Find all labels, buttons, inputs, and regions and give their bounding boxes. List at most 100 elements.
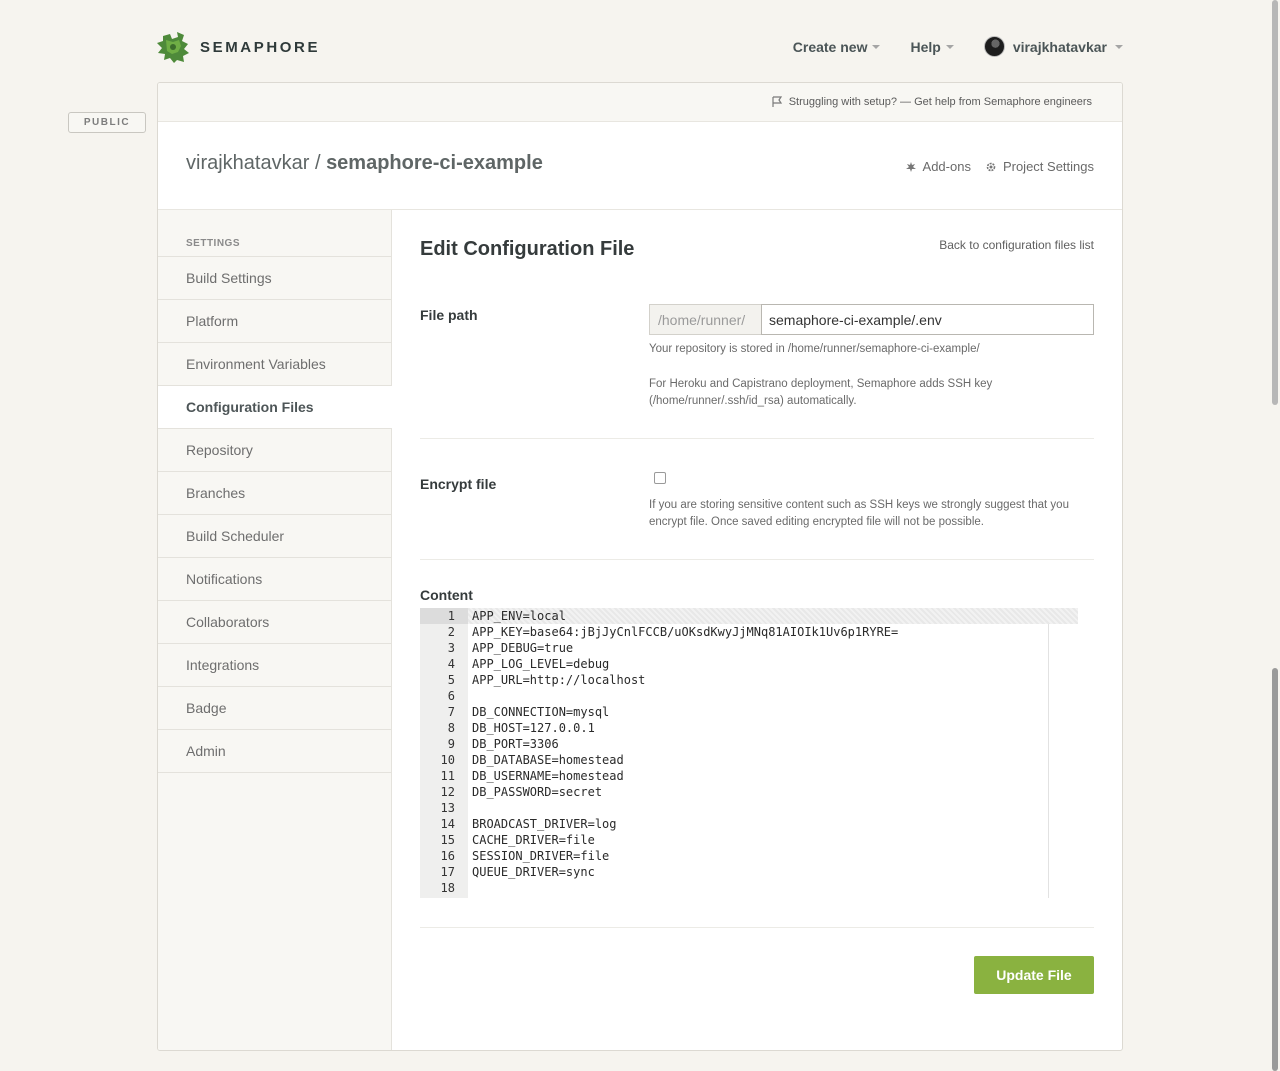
sidebar-item-branches[interactable]: Branches	[158, 472, 391, 515]
code-line[interactable]: 18	[420, 880, 1078, 896]
code-line[interactable]: 9 DB_PORT=3306	[420, 736, 1078, 752]
file-path-input[interactable]	[761, 304, 1094, 335]
line-number: 1	[420, 608, 468, 624]
line-number: 13	[440, 801, 455, 815]
sidebar-item-badge[interactable]: Badge	[158, 687, 391, 730]
code-line[interactable]: 14 BROADCAST_DRIVER=log	[420, 816, 1078, 832]
code-line[interactable]: 10 DB_DATABASE=homestead	[420, 752, 1078, 768]
username-label: virajkhatavkar	[1012, 38, 1107, 55]
scrollbar-thumb[interactable]	[1272, 0, 1278, 405]
encrypt-file-label: Encrypt file	[420, 476, 497, 492]
settings-card: Struggling with setup? — Get help from S…	[157, 82, 1123, 1051]
code-text: QUEUE_DRIVER=sync	[472, 865, 595, 879]
code-line[interactable]: 15 CACHE_DRIVER=file	[420, 832, 1078, 848]
sidebar-item-label: Build Scheduler	[186, 528, 285, 544]
project-owner[interactable]: virajkhatavkar	[186, 152, 309, 174]
create-new-menu[interactable]: Create new	[793, 39, 881, 55]
avatar	[983, 36, 1005, 57]
sidebar-item-label: Platform	[186, 313, 239, 329]
code-line[interactable]: 8 DB_HOST=127.0.0.1	[420, 720, 1078, 736]
sidebar-item-integrations[interactable]: Integrations	[158, 644, 391, 687]
project-settings-link[interactable]: Project Settings	[985, 159, 1094, 174]
code-line[interactable]: 6	[420, 688, 1078, 704]
sidebar-item-build-settings[interactable]: Build Settings	[158, 257, 391, 300]
code-line[interactable]: 3 APP_DEBUG=true	[420, 640, 1078, 656]
semaphore-logo[interactable]: SEMAPHORE	[157, 32, 320, 63]
code-text: CACHE_DRIVER=file	[472, 833, 595, 847]
sidebar-item-notifications[interactable]: Notifications	[158, 558, 391, 601]
sidebar-item-build-scheduler[interactable]: Build Scheduler	[158, 515, 391, 558]
code-text: DB_DATABASE=homestead	[472, 753, 624, 767]
code-line[interactable]: 11 DB_USERNAME=homestead	[420, 768, 1078, 784]
chevron-down-icon	[872, 44, 881, 49]
code-line[interactable]: 13	[420, 800, 1078, 816]
sidebar-item-label: Configuration Files	[186, 399, 314, 415]
code-line[interactable]: 5 APP_URL=http://localhost	[420, 672, 1078, 688]
project-header: virajkhatavkar / semaphore-ci-example Ad…	[158, 122, 1122, 210]
addons-label: Add-ons	[922, 159, 971, 174]
addons-link[interactable]: Add-ons	[905, 159, 971, 174]
sidebar-item-admin[interactable]: Admin	[158, 730, 391, 773]
line-number: 2	[447, 625, 455, 639]
file-path-input-group: /home/runner/	[649, 304, 1094, 335]
line-number: 8	[447, 721, 455, 735]
sidebar-item-label: Repository	[186, 442, 253, 458]
back-to-list-link[interactable]: Back to configuration files list	[939, 238, 1094, 252]
update-file-button[interactable]: Update File	[974, 956, 1094, 994]
code-text: SESSION_DRIVER=file	[472, 849, 610, 863]
sidebar-item-label: Notifications	[186, 571, 263, 587]
line-number: 9	[447, 737, 455, 751]
line-number: 15	[440, 833, 455, 847]
code-line[interactable]: 16 SESSION_DRIVER=file	[420, 848, 1078, 864]
help-bar[interactable]: Struggling with setup? — Get help from S…	[158, 83, 1122, 122]
divider	[420, 438, 1094, 439]
code-line[interactable]: 1 APP_ENV=local	[420, 608, 1078, 624]
code-text: DB_CONNECTION=mysql	[472, 705, 610, 719]
page-title: Edit Configuration File	[420, 238, 635, 260]
nav-menu: Create new Help virajkhatavkar	[763, 36, 1123, 57]
code-text: DB_PORT=3306	[472, 737, 559, 751]
chevron-down-icon	[1115, 44, 1123, 49]
line-number: 6	[447, 689, 455, 703]
project-repo[interactable]: semaphore-ci-example	[326, 152, 543, 174]
content-editor[interactable]: 1 APP_ENV=local 2 APP_KEY=base64:jBjJyCnlFC…	[420, 608, 1078, 898]
sidebar-item-platform[interactable]: Platform	[158, 300, 391, 343]
sidebar-item-label: Integrations	[186, 657, 260, 673]
sidebar-item-collaborators[interactable]: Collaborators	[158, 601, 391, 644]
brand-name: SEMAPHORE	[200, 39, 321, 56]
code-text: DB_HOST=127.0.0.1	[472, 721, 595, 735]
line-number: 14	[440, 817, 455, 831]
top-navbar: SEMAPHORE Create new Help virajkhatavkar	[157, 30, 1123, 66]
scrollbar-thumb[interactable]	[1272, 668, 1278, 1071]
code-text: DB_PASSWORD=secret	[472, 785, 603, 799]
code-line[interactable]: 7 DB_CONNECTION=mysql	[420, 704, 1078, 720]
divider	[420, 927, 1094, 928]
project-settings-label: Project Settings	[1002, 159, 1094, 174]
content-label: Content	[420, 587, 473, 603]
gear-icon	[985, 161, 997, 173]
code-line[interactable]: 4 APP_LOG_LEVEL=debug	[420, 656, 1078, 672]
page-scrollbar[interactable]	[1270, 0, 1280, 1071]
help-menu[interactable]: Help	[910, 38, 954, 55]
sidebar-item-configuration-files[interactable]: Configuration Files	[158, 386, 392, 429]
sidebar-item-repository[interactable]: Repository	[158, 429, 391, 472]
divider	[420, 559, 1094, 560]
code-line[interactable]: 17 QUEUE_DRIVER=sync	[420, 864, 1078, 880]
line-number: 4	[447, 657, 455, 671]
sidebar-item-environment-variables[interactable]: Environment Variables	[158, 343, 391, 386]
help-label: Help	[910, 38, 941, 55]
code-line[interactable]: 12 DB_PASSWORD=secret	[420, 784, 1078, 800]
user-menu[interactable]: virajkhatavkar	[983, 36, 1123, 57]
project-separator: /	[309, 152, 327, 174]
code-line[interactable]: 2 APP_KEY=base64:jBjJyCnlFCCB/uOKsdKwyJjM…	[420, 624, 1078, 640]
code-text: APP_LOG_LEVEL=debug	[472, 657, 610, 671]
sidebar-item-label: Branches	[186, 485, 246, 501]
encrypt-file-checkbox[interactable]	[654, 472, 666, 484]
code-text: APP_ENV=local	[472, 609, 566, 623]
file-path-label: File path	[420, 307, 478, 323]
create-new-label: Create new	[792, 38, 868, 55]
encrypt-file-help: If you are storing sensitive content suc…	[649, 499, 1069, 528]
